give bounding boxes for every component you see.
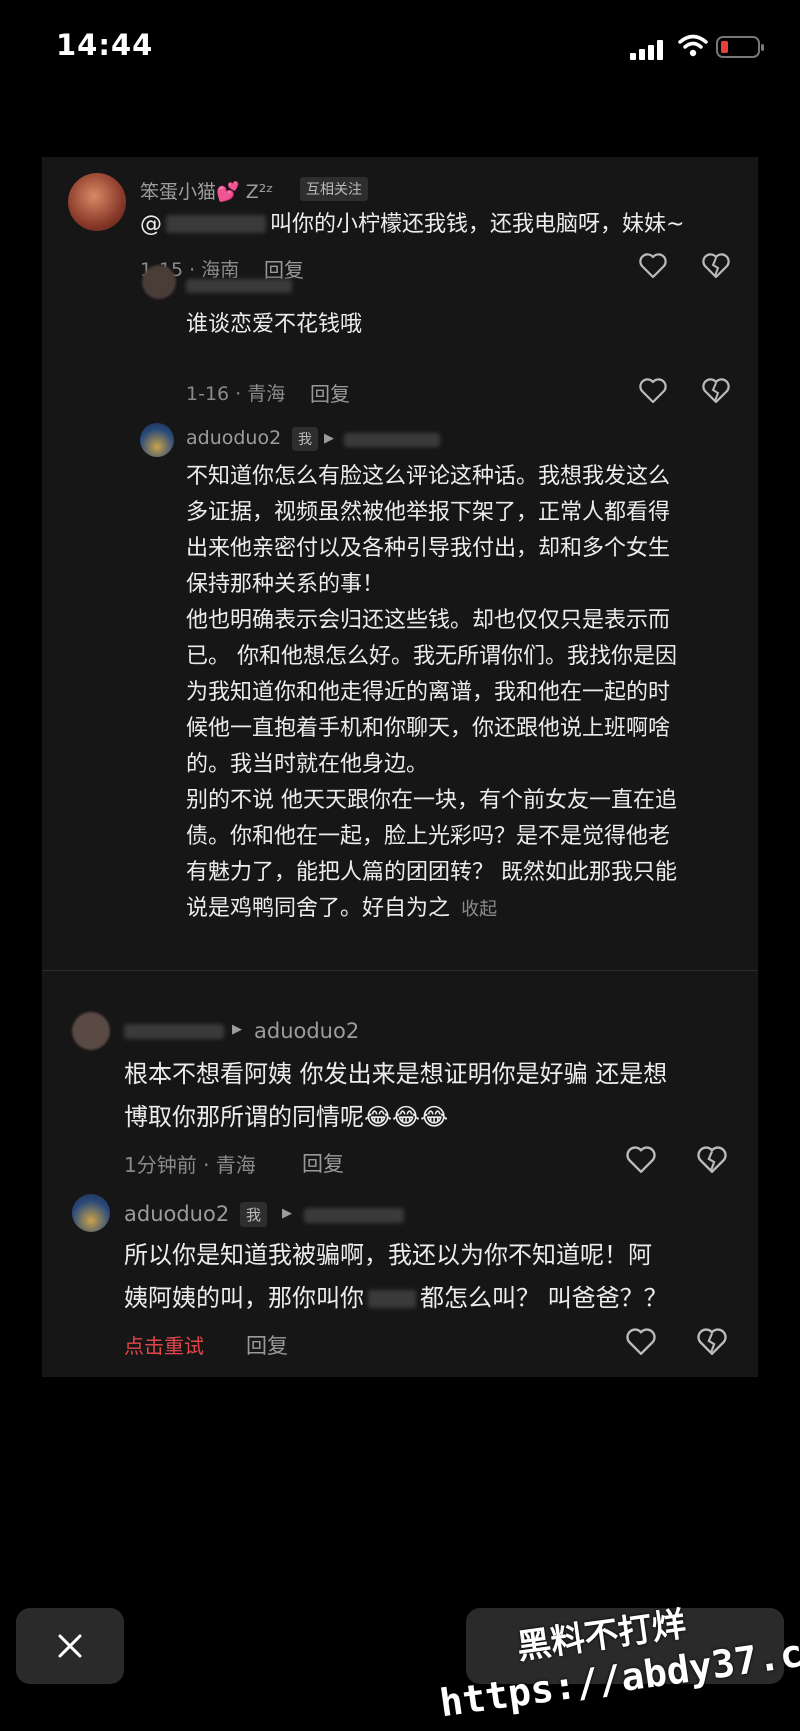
comment-username[interactable]: aduoduo2 [186,427,281,449]
mutual-follow-badge: 互相关注 [300,177,368,201]
reply-button[interactable]: 回复 [246,1330,288,1360]
wifi-icon [678,34,708,57]
avatar[interactable] [142,265,176,299]
heart-icon[interactable] [626,1146,656,1174]
heart-icon[interactable] [639,378,667,404]
me-badge: 我 [292,427,318,451]
avatar[interactable] [140,423,174,457]
redacted-mention [166,215,266,233]
comment-body: 不知道你怎么有脸这么评论这种话。我想我发这么 多证据，视频虽然被他举报下架了，正… [186,464,677,921]
collapse-button[interactable]: 收起 [461,899,497,920]
reply-to-username[interactable]: aduoduo2 [254,1019,359,1043]
signal-icon [630,40,663,60]
avatar[interactable] [68,173,126,231]
redacted-username [304,1208,404,1223]
redacted-username [124,1024,224,1039]
reply-arrow-icon: ▶ [282,1206,292,1221]
comment-text-line-2: 博取你那所谓的同情呢😂😂😂 [124,1103,449,1131]
divider [42,970,758,971]
reply-button[interactable]: 回复 [310,378,350,407]
heart-icon[interactable] [626,1328,656,1356]
comment-meta: 1-16 · 青海 [186,383,286,405]
redacted-name [368,1290,416,1308]
comment-username[interactable]: 笨蛋小猫💕 Z²ᶻ [140,177,273,204]
broken-heart-icon[interactable] [702,253,730,279]
broken-heart-icon[interactable] [702,378,730,404]
status-bar: 14:44 [0,0,800,100]
heart-icon[interactable] [639,253,667,279]
status-time: 14:44 [56,28,154,62]
comment-body: 叫你的小柠檬还我钱，还我电脑呀，妹妹~ [270,212,685,237]
retry-button[interactable]: 点击重试 [124,1330,204,1359]
comment-meta: 1分钟前 · 青海 [124,1153,256,1177]
comment-username[interactable]: aduoduo2 [124,1202,229,1226]
comment-text: 谁谈恋爱不花钱哦 [186,312,363,337]
comment-text: @ 叫你的小柠檬还我钱，还我电脑呀，妹妹~ [140,207,684,243]
close-button[interactable] [16,1608,124,1684]
redacted-username [186,279,292,293]
comment-text-line-1: 根本不想看阿姨 你发出来是想证明你是好骗 还是想 [124,1060,668,1088]
reply-arrow-icon: ▶ [324,431,334,446]
avatar[interactable] [72,1194,110,1232]
mention-at[interactable]: @ [140,212,162,237]
reply-button[interactable]: 回复 [302,1148,344,1178]
battery-icon [716,36,764,58]
comment-thread-card: 笨蛋小猫💕 Z²ᶻ 互相关注 @ 叫你的小柠檬还我钱，还我电脑呀，妹妹~ 1-15… [42,157,758,1377]
comment-text-line-2: 姨阿姨的叫，那你叫你 都怎么叫？ 叫爸爸？？ [124,1284,668,1312]
reply-arrow-icon: ▶ [232,1022,242,1037]
broken-heart-icon[interactable] [697,1328,727,1356]
comment-text-line-1: 所以你是知道我被骗啊，我还以为你不知道呢！阿 [124,1241,652,1269]
me-badge: 我 [240,1202,268,1227]
broken-heart-icon[interactable] [697,1146,727,1174]
redacted-username [344,433,440,447]
close-icon [58,1634,82,1658]
avatar[interactable] [72,1012,110,1050]
